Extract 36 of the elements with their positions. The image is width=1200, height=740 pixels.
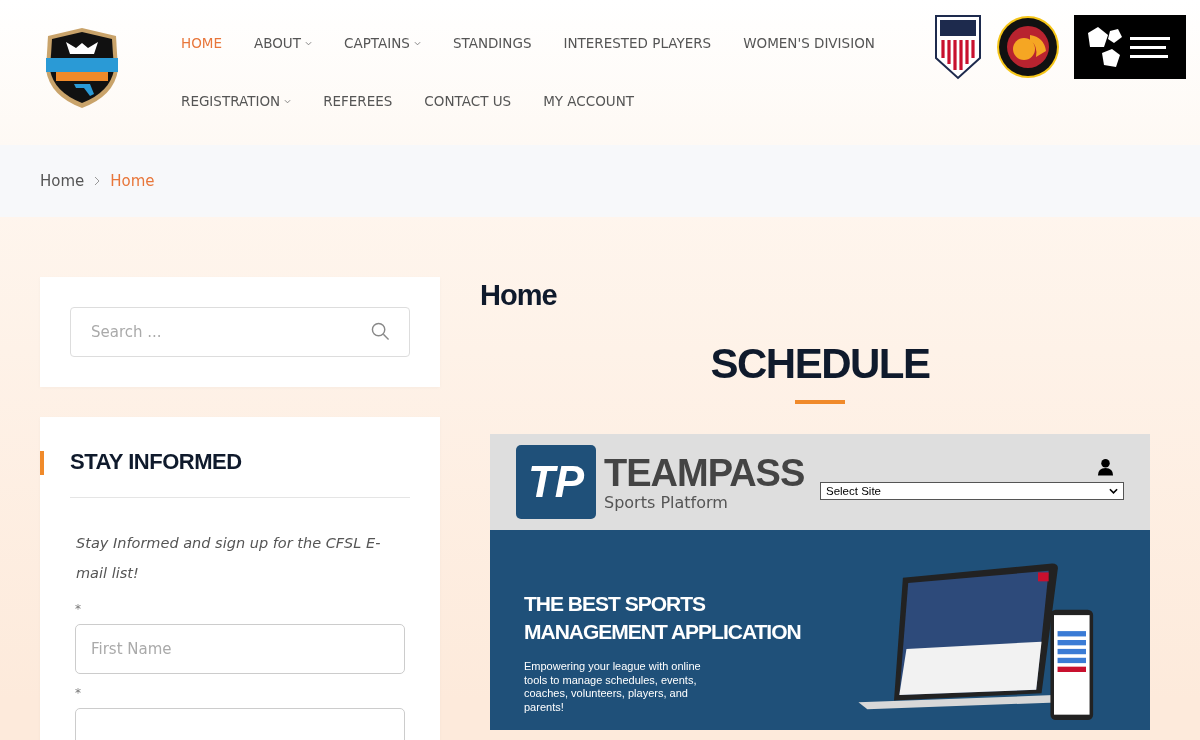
- caret-icon: [413, 40, 421, 46]
- input-field[interactable]: First Name: [75, 624, 405, 674]
- brand-mark: TP: [516, 445, 596, 519]
- shield-logo-icon[interactable]: [934, 14, 982, 80]
- nav-link[interactable]: WOMEN'S DIVISION: [743, 35, 875, 51]
- user-icon[interactable]: [1097, 458, 1114, 476]
- brand-name: TEAMPASS: [604, 452, 805, 493]
- brand-tagline: Sports Platform: [604, 492, 729, 512]
- hero-text: Empowering your league with online tools to manage schedules, events, coaches, volunteers, players, and parents!: [524, 660, 702, 714]
- nav-link[interactable]: REGISTRATION: [181, 93, 292, 109]
- nav-link[interactable]: MY ACCOUNT: [543, 93, 634, 109]
- accent-bar: [40, 451, 44, 475]
- nav-link[interactable]: CAPTAINS: [344, 35, 421, 51]
- search-icon[interactable]: [371, 322, 390, 341]
- hero-title: THE BEST SPORTS MANAGEMENT APPLICATION: [524, 591, 802, 645]
- chevron-icon: [94, 176, 101, 186]
- chevron-down-icon: [1109, 488, 1118, 494]
- widget-title: STAY INFORMED: [70, 449, 243, 475]
- nav-link[interactable]: ABOUT: [253, 35, 312, 51]
- caret-icon: [305, 40, 312, 46]
- hexagon-logo-icon[interactable]: [1074, 15, 1186, 79]
- required-mark: *: [75, 686, 82, 700]
- caret-icon: [284, 98, 292, 104]
- nav-link[interactable]: STANDINGS: [452, 35, 532, 51]
- required-mark: *: [75, 602, 82, 616]
- section-heading: SCHEDULE: [709, 340, 931, 388]
- intro-text: Stay Informed and sign up for the CFSL E-mail list!: [76, 534, 382, 583]
- nav-link[interactable]: INTERESTED PLAYERS: [563, 35, 712, 51]
- breadcrumb-link[interactable]: Home: [40, 172, 85, 190]
- nav-link[interactable]: CONTACT US: [424, 93, 512, 109]
- nav-link[interactable]: REFEREES: [323, 93, 393, 109]
- site-select[interactable]: Select Site: [820, 482, 1124, 500]
- heading-underline: [795, 400, 845, 404]
- search-field[interactable]: Search ...: [70, 307, 410, 357]
- round-logo-icon[interactable]: [996, 15, 1060, 79]
- page-title: Home: [480, 279, 558, 312]
